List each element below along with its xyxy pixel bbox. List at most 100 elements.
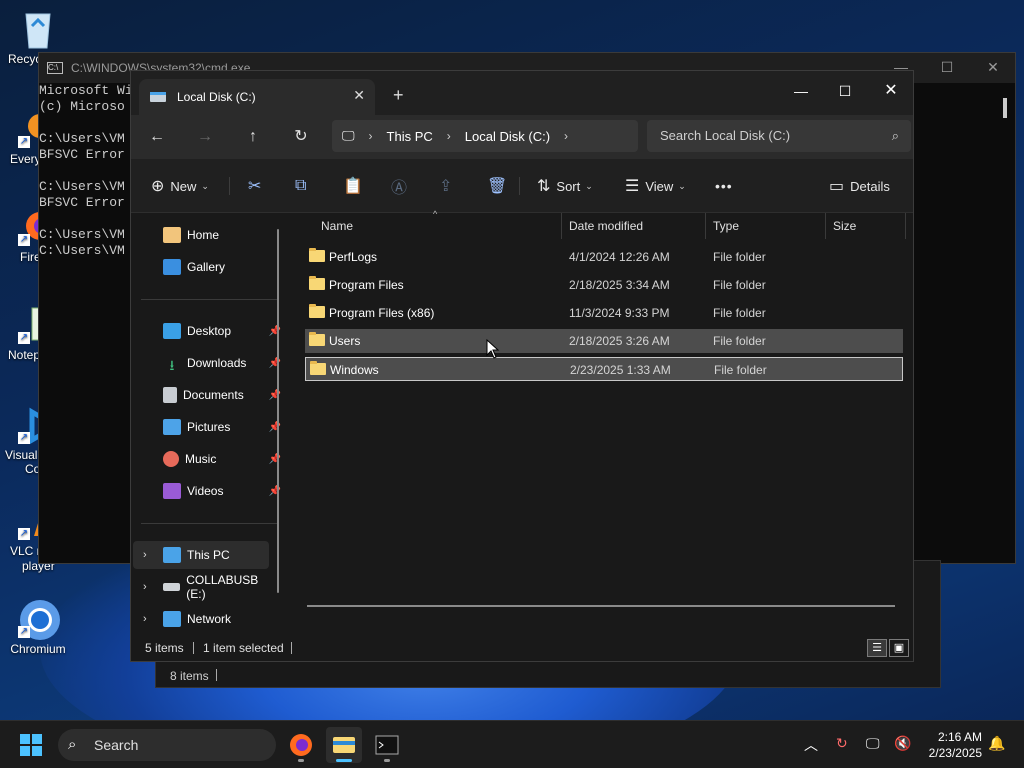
more-options-icon[interactable]: •••: [715, 175, 733, 197]
forward-arrow-icon[interactable]: →: [191, 125, 219, 149]
sort-button[interactable]: ⇅ Sort ⌄: [537, 175, 593, 197]
nav-item-usb[interactable]: › COLLABUSB (E:): [133, 573, 277, 601]
pin-icon[interactable]: 📌: [269, 422, 281, 433]
tab-local-disk[interactable]: Local Disk (C:) ✕: [139, 79, 375, 115]
speaker-muted-icon[interactable]: 🔇: [894, 735, 911, 752]
plus-circle-icon: ⊕: [151, 178, 165, 195]
nav-item-desktop[interactable]: Desktop 📌: [143, 317, 285, 345]
toolbar-divider: [519, 177, 520, 195]
file-row[interactable]: Program Files (x86) 11/3/2024 9:33 PM File…: [305, 301, 903, 325]
nav-item-this-pc[interactable]: › This PC: [133, 541, 269, 569]
tab-label: Local Disk (C:): [177, 90, 256, 104]
horizontal-scrollbar[interactable]: [307, 605, 895, 607]
file-row[interactable]: Program Files 2/18/2025 3:34 AM File folde…: [305, 273, 903, 297]
nav-item-label: Home: [187, 228, 220, 242]
file-row[interactable]: Users 2/18/2025 3:26 AM File folder: [305, 329, 903, 353]
folder-icon: [310, 361, 326, 375]
pin-icon[interactable]: 📌: [269, 326, 281, 337]
tiles-view-icon[interactable]: ▣: [889, 639, 909, 657]
cmd-scrollbar[interactable]: [1003, 98, 1007, 118]
column-header-type[interactable]: Type: [713, 219, 739, 233]
column-divider[interactable]: [825, 213, 826, 239]
search-input[interactable]: Search Local Disk (C:) ⌕: [647, 120, 911, 152]
pin-icon[interactable]: 📌: [269, 390, 281, 401]
nav-item-downloads[interactable]: ⭳ Downloads 📌: [143, 349, 285, 377]
nav-item-home[interactable]: Home: [143, 221, 285, 249]
gallery-icon: [163, 259, 181, 275]
column-divider[interactable]: [905, 213, 906, 239]
taskbar-file-explorer[interactable]: [326, 727, 362, 763]
nav-item-videos[interactable]: Videos 📌: [143, 477, 285, 505]
nav-item-label: Gallery: [187, 260, 226, 274]
nav-item-pictures[interactable]: Pictures 📌: [143, 413, 285, 441]
close-icon[interactable]: ✕: [979, 59, 1007, 76]
monitor-icon[interactable]: 🖵: [342, 128, 355, 144]
nav-scrollbar[interactable]: [277, 229, 279, 593]
details-button[interactable]: ▭ Details: [829, 175, 890, 197]
details-view-icon[interactable]: ☰: [867, 639, 887, 657]
delete-button[interactable]: 🗑: [487, 175, 513, 197]
chevron-right-icon[interactable]: ›: [447, 129, 451, 143]
chevron-up-icon[interactable]: ︿: [804, 735, 818, 755]
taskbar-firefox[interactable]: [283, 727, 319, 763]
chevron-right-icon[interactable]: ›: [564, 129, 568, 143]
column-header-size[interactable]: Size: [833, 219, 856, 233]
nav-item-music[interactable]: Music 📌: [143, 445, 285, 473]
refresh-icon[interactable]: ↻: [287, 125, 315, 149]
file-row[interactable]: Windows 2/23/2025 1:33 AM File folder: [305, 357, 903, 381]
nav-item-documents[interactable]: Documents 📌: [143, 381, 285, 409]
taskbar-search[interactable]: ⌕ Search: [58, 729, 276, 761]
clock[interactable]: 2:16 AM 2/23/2025: [929, 729, 982, 761]
chevron-right-icon[interactable]: ›: [369, 129, 373, 143]
chevron-right-icon[interactable]: ›: [143, 581, 147, 593]
file-row[interactable]: PerfLogs 4/1/2024 12:26 AM File folder: [305, 245, 903, 269]
maximize-icon[interactable]: ☐: [823, 77, 867, 105]
copy-button[interactable]: ⧉: [295, 175, 312, 197]
up-arrow-icon[interactable]: ↑: [239, 125, 267, 149]
start-tile: [20, 746, 30, 756]
column-divider[interactable]: [705, 213, 706, 239]
rename-button[interactable]: Ⓐ: [391, 175, 413, 197]
breadcrumb-this-pc[interactable]: This PC: [387, 129, 433, 144]
maximize-icon[interactable]: ☐: [933, 59, 961, 76]
new-button[interactable]: ⊕ New ⌄: [151, 175, 209, 197]
sync-alert-icon[interactable]: ↻: [836, 735, 848, 752]
running-indicator: [298, 759, 304, 762]
nav-item-gallery[interactable]: Gallery: [143, 253, 285, 281]
breadcrumb[interactable]: 🖵 › This PC › Local Disk (C:) ›: [332, 120, 638, 152]
view-button[interactable]: ☰ View ⌄: [625, 175, 686, 197]
pin-icon[interactable]: 📌: [269, 358, 281, 369]
file-name: PerfLogs: [329, 250, 378, 264]
paste-button[interactable]: 📋: [343, 175, 369, 197]
column-divider[interactable]: [561, 213, 562, 239]
new-tab-icon[interactable]: +: [393, 85, 404, 106]
close-icon[interactable]: ✕: [869, 77, 913, 105]
nav-item-network[interactable]: › Network: [133, 605, 277, 633]
chevron-right-icon[interactable]: ›: [143, 549, 147, 561]
clock-time: 2:16 AM: [937, 730, 982, 744]
file-explorer-window[interactable]: Local Disk (C:) ✕ + — ☐ ✕ ← → ↑ ↻ 🖵 › Th…: [130, 70, 914, 662]
breadcrumb-local-disk[interactable]: Local Disk (C:): [465, 129, 550, 144]
column-header-date[interactable]: Date modified: [569, 219, 643, 233]
tab-bar: Local Disk (C:) ✕ + — ☐ ✕: [131, 71, 913, 115]
desktop-icon-chromium[interactable]: ↗ Chromium: [0, 598, 76, 656]
start-tile: [32, 746, 42, 756]
running-indicator: [336, 759, 352, 762]
status-divider: [193, 642, 194, 654]
column-header-name[interactable]: Name: [321, 219, 353, 233]
share-button[interactable]: ⇪: [439, 175, 458, 197]
tab-close-icon[interactable]: ✕: [353, 87, 365, 104]
notification-bell-icon[interactable]: 🔔: [988, 735, 1005, 752]
pin-icon[interactable]: 📌: [269, 486, 281, 497]
chevron-right-icon[interactable]: ›: [143, 613, 147, 625]
cut-button[interactable]: ✂: [248, 175, 267, 197]
network-icon[interactable]: 🖵: [866, 735, 880, 752]
view-label: View: [645, 178, 674, 194]
back-arrow-icon[interactable]: ←: [143, 125, 171, 149]
pin-icon[interactable]: 📌: [269, 454, 281, 465]
minimize-icon[interactable]: —: [779, 77, 823, 105]
windows-start-icon[interactable]: [20, 734, 42, 756]
cmd-output[interactable]: Microsoft Wi (c) Microso C:\Users\VM BFSVC …: [39, 83, 133, 259]
file-type: File folder: [713, 334, 766, 348]
taskbar-terminal[interactable]: [369, 727, 405, 763]
